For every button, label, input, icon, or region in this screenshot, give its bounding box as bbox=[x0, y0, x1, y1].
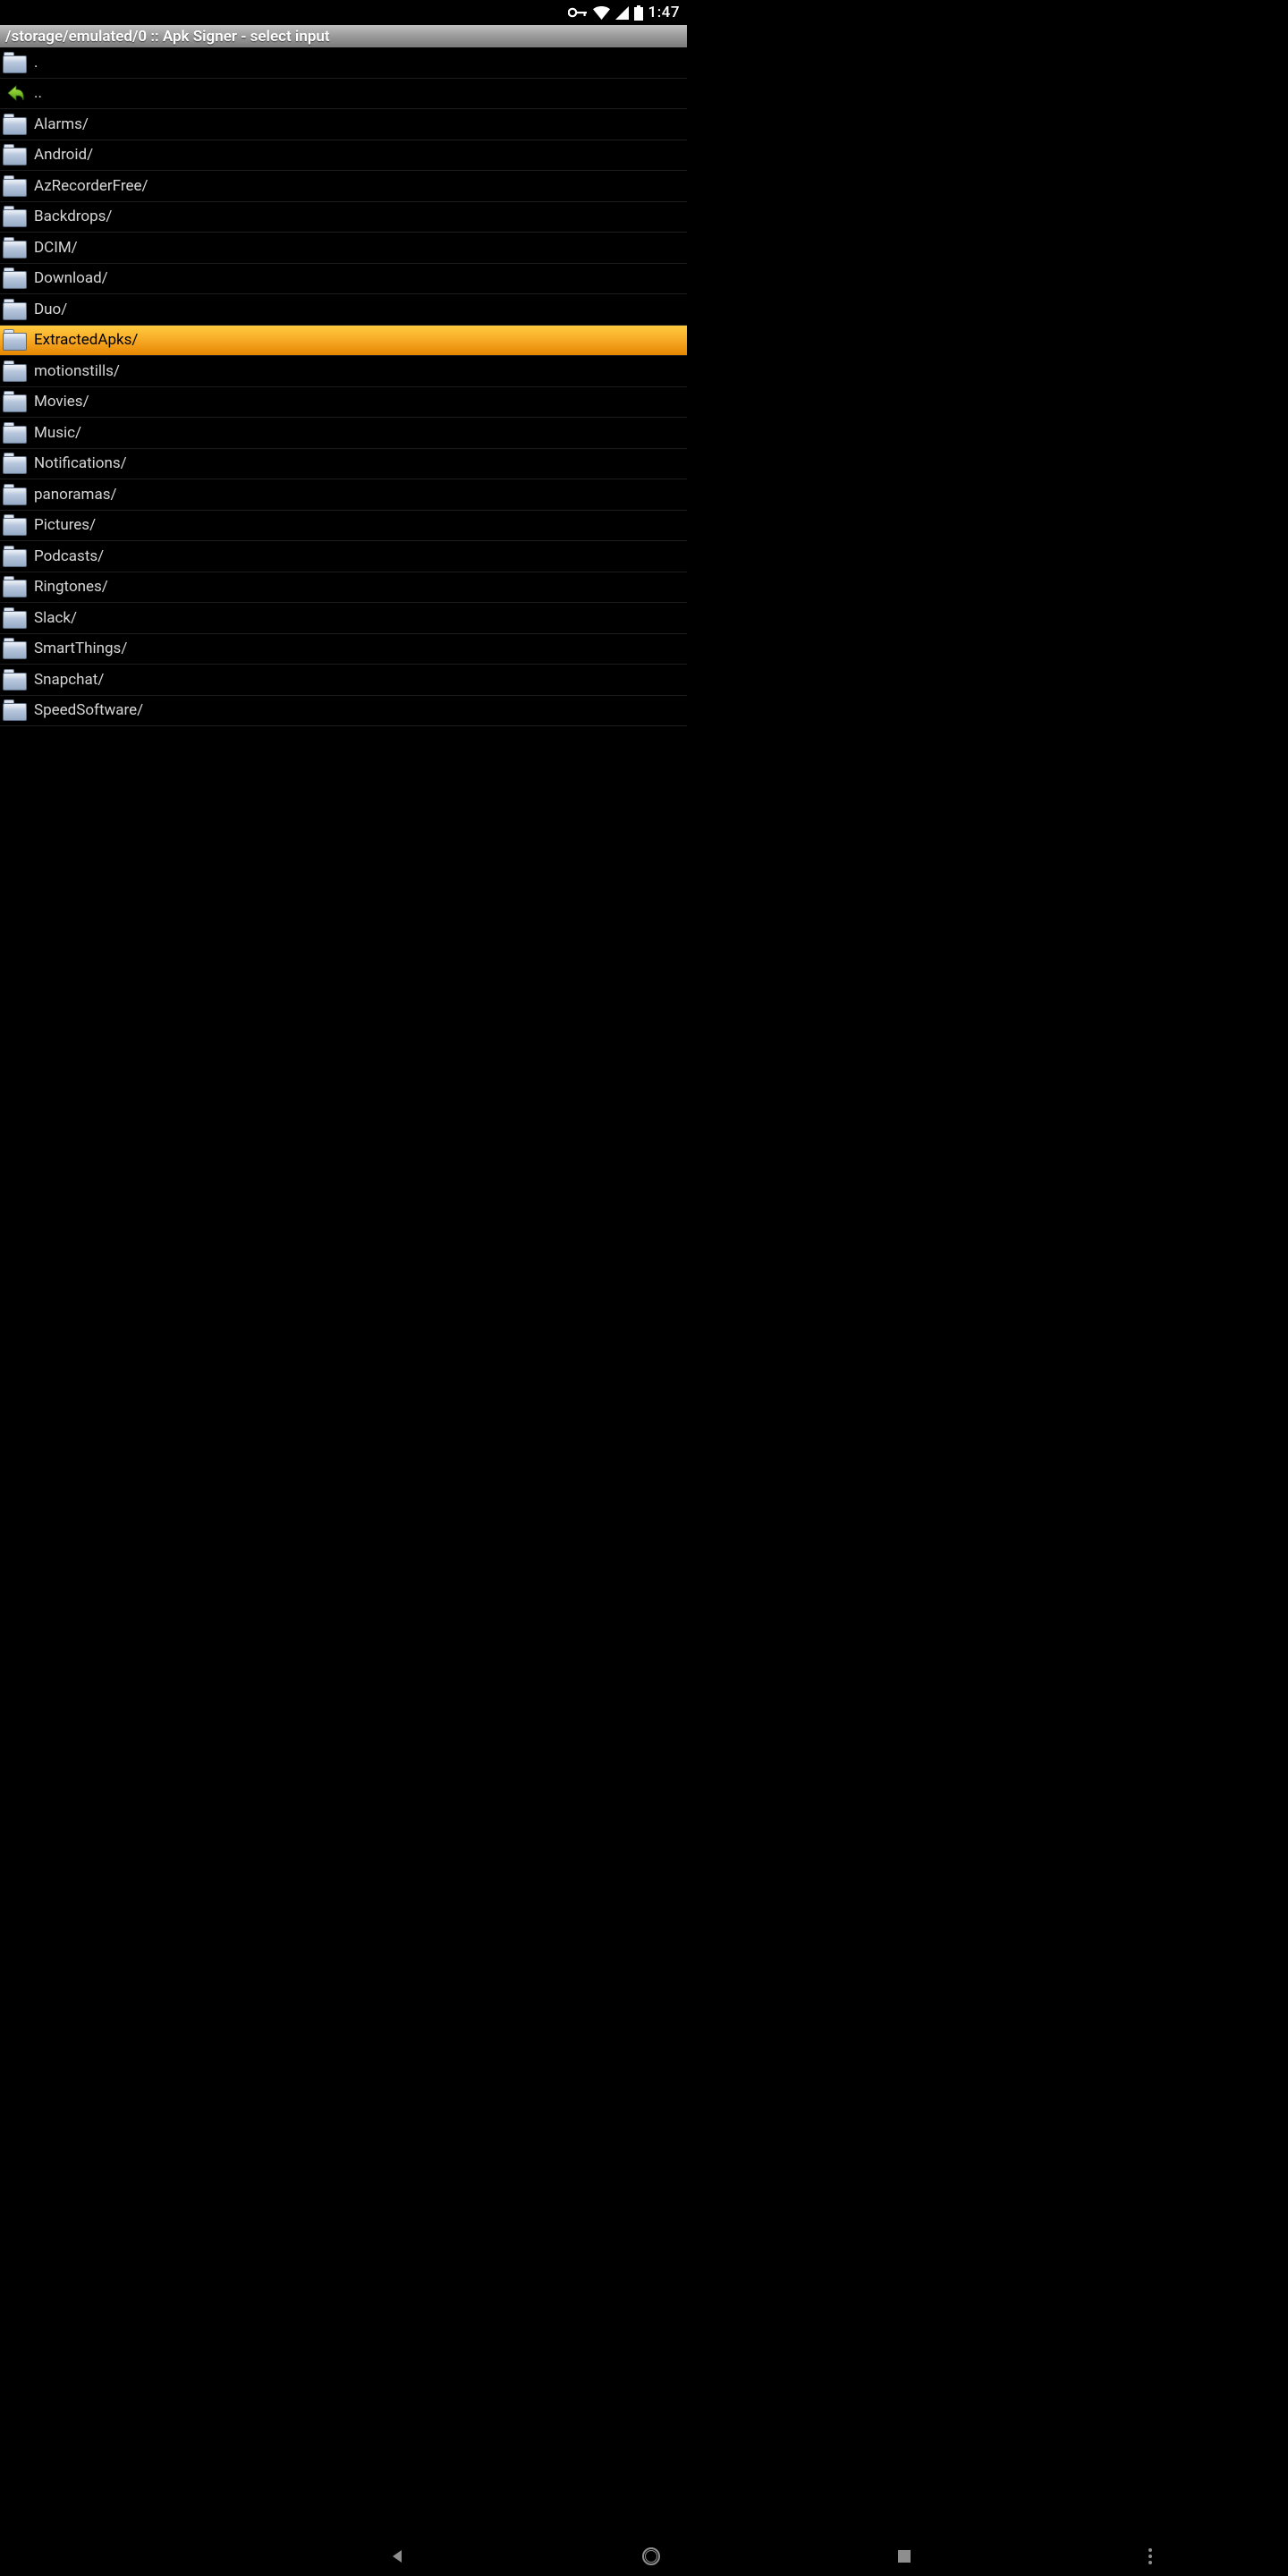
file-row[interactable]: Snapchat/ bbox=[0, 665, 687, 696]
folder-icon bbox=[3, 699, 27, 721]
file-row[interactable]: . bbox=[0, 47, 687, 79]
folder-icon bbox=[3, 484, 27, 505]
file-row[interactable]: Download/ bbox=[0, 264, 687, 295]
file-row[interactable]: panoramas/ bbox=[0, 479, 687, 511]
file-label: Duo/ bbox=[34, 301, 67, 318]
file-label: Music/ bbox=[34, 424, 81, 442]
folder-icon bbox=[3, 329, 27, 351]
file-row[interactable]: Notifications/ bbox=[0, 449, 687, 480]
file-row[interactable]: ExtractedApks/ bbox=[0, 326, 687, 357]
file-label: Movies/ bbox=[34, 393, 89, 411]
nav-recents-button[interactable] bbox=[897, 2549, 911, 2563]
file-label: Alarms/ bbox=[34, 115, 89, 133]
file-row[interactable]: Podcasts/ bbox=[0, 541, 687, 572]
file-label: .. bbox=[34, 84, 42, 102]
nav-overflow-button[interactable] bbox=[1148, 2548, 1152, 2564]
file-label: Pictures/ bbox=[34, 516, 96, 534]
file-label: panoramas/ bbox=[34, 486, 117, 504]
file-label: Podcasts/ bbox=[34, 547, 104, 565]
file-label: ExtractedApks/ bbox=[34, 331, 138, 349]
folder-icon bbox=[3, 114, 27, 135]
folder-icon bbox=[3, 453, 27, 474]
battery-icon bbox=[634, 5, 643, 21]
file-row[interactable]: SmartThings/ bbox=[0, 634, 687, 665]
navigation-bar bbox=[0, 2536, 1288, 2576]
file-row[interactable]: Slack/ bbox=[0, 603, 687, 634]
folder-icon bbox=[3, 607, 27, 629]
file-row[interactable]: .. bbox=[0, 79, 687, 110]
vpn-key-icon bbox=[568, 7, 588, 18]
nav-home-button[interactable] bbox=[641, 2546, 661, 2566]
file-label: Snapchat/ bbox=[34, 671, 104, 689]
wifi-icon bbox=[593, 6, 610, 20]
file-label: . bbox=[34, 54, 38, 72]
folder-icon bbox=[3, 360, 27, 382]
file-row[interactable]: AzRecorderFree/ bbox=[0, 171, 687, 202]
file-row[interactable]: Ringtones/ bbox=[0, 572, 687, 604]
file-list[interactable]: ... Alarms/Android/AzRecorderFree/Backdro… bbox=[0, 47, 687, 1334]
folder-icon bbox=[3, 175, 27, 197]
file-row[interactable]: Music/ bbox=[0, 418, 687, 449]
folder-icon bbox=[3, 299, 27, 320]
file-row[interactable]: DCIM/ bbox=[0, 233, 687, 264]
file-label: SpeedSoftware/ bbox=[34, 701, 143, 719]
file-row[interactable]: Alarms/ bbox=[0, 109, 687, 140]
folder-icon bbox=[3, 546, 27, 567]
folder-icon bbox=[3, 237, 27, 258]
title-bar: /storage/emulated/0 :: Apk Signer - sele… bbox=[0, 25, 687, 47]
file-row[interactable]: SpeedSoftware/ bbox=[0, 696, 687, 727]
file-label: Notifications/ bbox=[34, 454, 127, 472]
status-bar: 1:47 bbox=[0, 0, 687, 25]
file-label: SmartThings/ bbox=[34, 640, 127, 657]
folder-icon bbox=[3, 206, 27, 227]
file-label: Download/ bbox=[34, 269, 108, 287]
folder-icon bbox=[3, 514, 27, 536]
folder-icon bbox=[3, 422, 27, 444]
file-label: motionstills/ bbox=[34, 362, 120, 380]
file-row[interactable]: Duo/ bbox=[0, 294, 687, 326]
folder-icon bbox=[3, 144, 27, 165]
file-label: Android/ bbox=[34, 146, 93, 164]
nav-back-button[interactable] bbox=[389, 2548, 405, 2564]
file-row[interactable]: Movies/ bbox=[0, 387, 687, 419]
file-row[interactable]: motionstills/ bbox=[0, 356, 687, 387]
folder-icon bbox=[3, 267, 27, 289]
file-label: AzRecorderFree/ bbox=[34, 177, 148, 195]
file-row[interactable]: Pictures/ bbox=[0, 511, 687, 542]
cellular-signal-icon bbox=[615, 6, 629, 20]
folder-icon bbox=[3, 669, 27, 691]
file-row[interactable]: Backdrops/ bbox=[0, 202, 687, 233]
folder-icon bbox=[3, 638, 27, 659]
file-label: Backdrops/ bbox=[34, 208, 112, 225]
file-row[interactable]: Android/ bbox=[0, 140, 687, 172]
file-label: Slack/ bbox=[34, 609, 77, 627]
file-label: DCIM/ bbox=[34, 239, 78, 257]
folder-icon bbox=[3, 576, 27, 597]
title-text: /storage/emulated/0 :: Apk Signer - sele… bbox=[5, 28, 330, 46]
status-clock: 1:47 bbox=[648, 4, 680, 21]
folder-icon bbox=[3, 52, 27, 73]
up-arrow-icon bbox=[3, 82, 27, 104]
folder-icon bbox=[3, 391, 27, 412]
file-label: Ringtones/ bbox=[34, 578, 108, 596]
